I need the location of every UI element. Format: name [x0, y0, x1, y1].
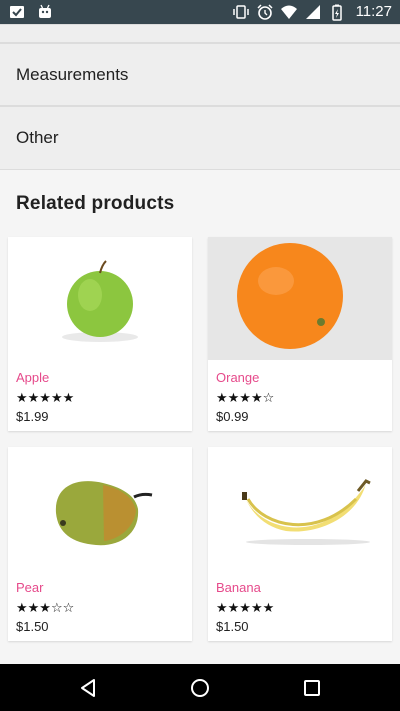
product-name: Apple — [16, 370, 50, 385]
product-rating: ★★★☆☆ — [16, 600, 75, 615]
recents-icon[interactable] — [300, 676, 324, 700]
product-price: $1.50 — [216, 619, 249, 634]
alarm-icon — [257, 4, 273, 20]
banana-image — [208, 447, 392, 570]
android-icon — [39, 4, 51, 18]
product-rating: ★★★★★ — [16, 390, 75, 405]
apple-image — [8, 237, 192, 360]
status-bar: 11:27 — [0, 0, 400, 24]
product-card-apple[interactable]: Apple ★★★★★ $1.99 — [8, 237, 192, 431]
product-card-banana[interactable]: Banana ★★★★★ $1.50 — [208, 447, 392, 641]
orange-image — [208, 237, 392, 360]
status-time: 11:27 — [355, 3, 392, 20]
product-price: $0.99 — [216, 409, 249, 424]
product-price: $1.99 — [16, 409, 49, 424]
product-rating: ★★★★★ — [216, 600, 275, 615]
product-name: Banana — [216, 580, 261, 595]
back-icon[interactable] — [76, 676, 100, 700]
section-label: Measurements — [16, 64, 129, 84]
product-card-pear[interactable]: Pear ★★★☆☆ $1.50 — [8, 447, 192, 641]
pear-image — [8, 447, 192, 570]
product-rating: ★★★★☆ — [216, 390, 275, 405]
product-name: Pear — [16, 580, 44, 595]
section-row-partial[interactable] — [0, 24, 400, 43]
product-card-orange[interactable]: Orange ★★★★☆ $0.99 — [208, 237, 392, 431]
product-price: $1.50 — [16, 619, 49, 634]
navigation-bar — [0, 664, 400, 711]
section-other[interactable]: Other — [0, 106, 400, 170]
section-measurements[interactable]: Measurements — [0, 43, 400, 106]
battery-icon — [331, 4, 342, 21]
inbox-check-icon — [10, 6, 24, 18]
related-products-title: Related products — [16, 193, 175, 214]
home-icon[interactable] — [188, 676, 212, 700]
wifi-icon — [280, 5, 297, 19]
vibrate-icon — [232, 5, 249, 19]
product-name: Orange — [216, 370, 260, 385]
section-label: Other — [16, 128, 59, 147]
signal-icon — [305, 5, 320, 19]
